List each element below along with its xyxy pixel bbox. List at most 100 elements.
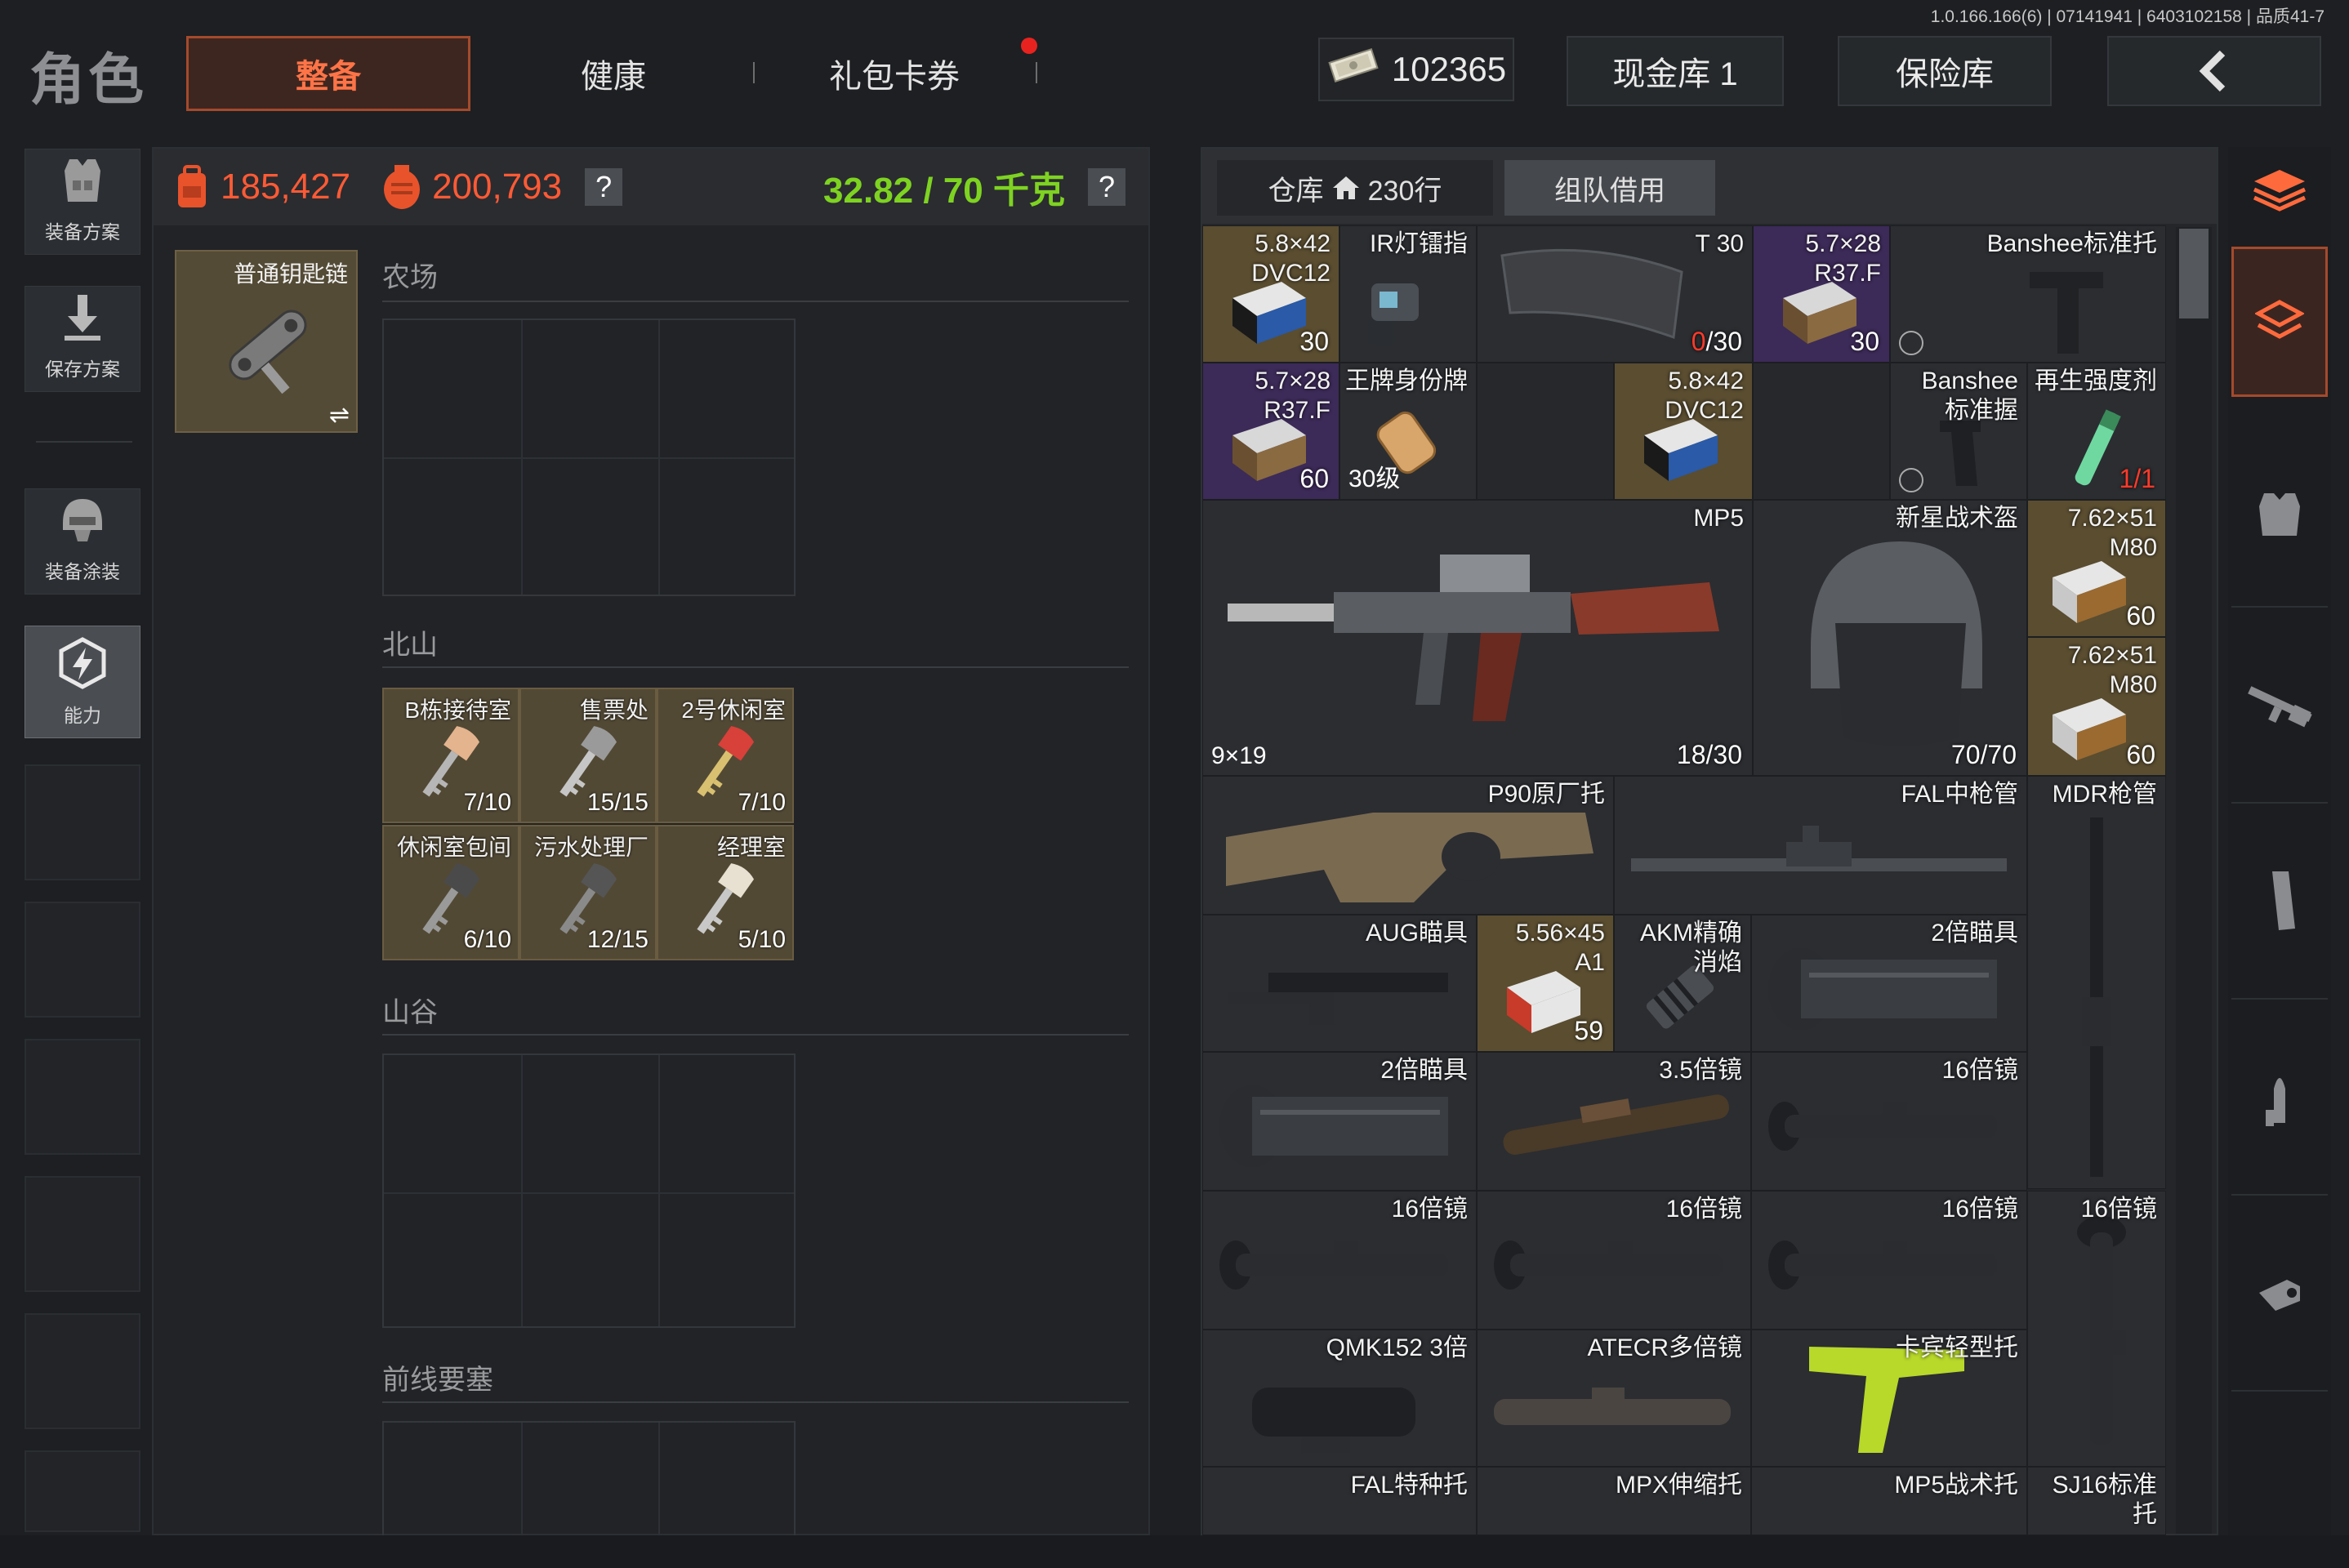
filter-collapse-button[interactable]: [2231, 149, 2328, 230]
home-icon: [1332, 176, 1359, 199]
item-caliber: 9×19: [1211, 742, 1267, 769]
inventory-item[interactable]: 16倍镜: [1751, 1052, 2027, 1191]
cash-vault-button[interactable]: 现金库 1: [1567, 36, 1784, 106]
item-name: 2倍瞄具: [1380, 1057, 1468, 1084]
equipment-plan-button[interactable]: 装备方案: [25, 149, 140, 255]
filter-ammo-button[interactable]: [2231, 1000, 2328, 1196]
inventory-item[interactable]: MDR枪管: [2027, 776, 2166, 1189]
filter-scope-button[interactable]: [2231, 1196, 2328, 1392]
equipment-plan-label: 装备方案: [45, 221, 120, 243]
item-count: 1/1: [2119, 464, 2155, 493]
bottom-bar: [0, 1535, 2349, 1568]
inventory-item[interactable]: 5.7×28 R37.F 30: [1753, 225, 1890, 363]
inventory-item[interactable]: 再生强度剂 1/1: [2027, 363, 2166, 500]
inventory-item[interactable]: 新星战术盔 70/70: [1753, 500, 2027, 776]
inventory-item[interactable]: IR灯镭指: [1339, 225, 1477, 363]
sidebar-divider: [36, 441, 132, 443]
swap-icon[interactable]: ⇌: [329, 401, 350, 430]
inventory-scrollbar[interactable]: [2176, 227, 2212, 1534]
inventory-item[interactable]: 16倍镜: [1751, 1191, 2027, 1330]
inventory-item[interactable]: 7.62×51 M80 60: [2027, 500, 2166, 637]
item-name: 16倍镜: [1665, 1196, 1742, 1223]
weight-help-button[interactable]: ?: [1088, 168, 1125, 206]
inventory-item[interactable]: QMK152 3倍: [1202, 1330, 1477, 1467]
item-count: 30: [1850, 327, 1879, 356]
item-name: Banshee标准托: [1986, 230, 2157, 257]
section-title: 北山: [382, 630, 438, 661]
equipment-skin-button[interactable]: 装备涂装: [25, 488, 140, 595]
key-item[interactable]: 经理室 5/10: [657, 825, 794, 960]
tab-equip[interactable]: 整备: [186, 36, 470, 111]
back-button[interactable]: [2107, 36, 2321, 106]
empty-slot: [25, 1450, 140, 1532]
inventory-item[interactable]: 3.5倍镜: [1477, 1052, 1751, 1191]
tab-health[interactable]: 健康: [470, 36, 756, 111]
barrel-icon: [1631, 826, 2007, 871]
inventory-item[interactable]: 16倍镜: [1477, 1191, 1751, 1330]
tab-gift-vouchers[interactable]: 礼包卡券: [751, 36, 1037, 111]
item-name: 16倍镜: [1941, 1057, 2018, 1084]
inventory-item[interactable]: MP5 9×19 18/30: [1202, 500, 1753, 776]
inventory-item[interactable]: 5.7×28 R37.F 60: [1202, 363, 1339, 500]
inventory-item[interactable]: AKM精确 消焰: [1614, 915, 1751, 1052]
section-divider: [382, 301, 1129, 302]
inventory-item[interactable]: MPX伸缩托: [1477, 1467, 1751, 1535]
inventory-item[interactable]: Banshee 标准握: [1890, 363, 2027, 500]
inventory-item[interactable]: 2倍瞄具: [1202, 1052, 1477, 1191]
inventory-item[interactable]: FAL特种托: [1202, 1467, 1477, 1535]
item-name: AKM精确 消焰: [1639, 920, 1742, 976]
tab-team-borrow[interactable]: 组队借用: [1504, 160, 1715, 216]
filter-all-button[interactable]: [2231, 247, 2328, 397]
key-item[interactable]: 休闲室包间 6/10: [382, 825, 519, 960]
inventory-item[interactable]: AUG瞄具: [1202, 915, 1477, 1052]
item-name: 2倍瞄具: [1931, 920, 2018, 947]
rifle-icon: [2248, 686, 2312, 728]
item-count: 60: [2126, 601, 2155, 630]
key-item[interactable]: B栋接待室 7/10: [382, 688, 519, 823]
inventory-item[interactable]: T 30 0/30: [1477, 225, 1753, 363]
item-name: 5.7×28 R37.F: [1255, 368, 1331, 424]
inventory-item[interactable]: 卡宾轻型托: [1751, 1330, 2027, 1467]
ability-button[interactable]: 能力: [25, 626, 140, 738]
scope-icon: [1768, 1102, 1997, 1151]
inventory-item[interactable]: P90原厂托: [1202, 776, 1614, 915]
inventory-item[interactable]: 7.62×51 M80 60: [2027, 637, 2166, 776]
inventory-item[interactable]: ATECR多倍镜: [1477, 1330, 1751, 1467]
inventory-item[interactable]: 16倍镜: [2027, 1191, 2166, 1467]
inventory-item[interactable]: 16倍镜: [1202, 1191, 1477, 1330]
inventory-item[interactable]: 5.56×45 A1 59: [1477, 915, 1614, 1052]
section-divider: [382, 666, 1129, 668]
item-count: 18/30: [1676, 740, 1742, 769]
inventory-item[interactable]: SJ16标准 托: [2027, 1467, 2166, 1535]
tab-storage[interactable]: 仓库 230行: [1217, 160, 1493, 216]
filter-magazine-button[interactable]: [2231, 804, 2328, 1000]
inventory-item[interactable]: 2倍瞄具: [1751, 915, 2027, 1052]
keychain-slot[interactable]: 普通钥匙链 ⇌: [175, 250, 358, 433]
key-item[interactable]: 2号休闲室 7/10: [657, 688, 794, 823]
inventory-item[interactable]: FAL中枪管: [1614, 776, 2027, 915]
section-title: 农场: [382, 262, 438, 293]
helmet-icon: [1811, 541, 1982, 746]
cash-icon: [1326, 47, 1380, 91]
item-count: 0/30: [1691, 327, 1742, 356]
value-help-button[interactable]: ?: [585, 168, 623, 206]
backpack-icon: [178, 165, 206, 207]
key-item[interactable]: 售票处 15/15: [519, 688, 657, 823]
key-grid-north-hill: B栋接待室 7/10 售票处 15/15 2号休闲室 7/10 休闲室包间 6/…: [382, 688, 796, 962]
save-plan-button[interactable]: 保存方案: [25, 286, 140, 392]
safe-button[interactable]: 保险库: [1838, 36, 2052, 106]
inventory-tabs: 仓库 230行 组队借用: [1202, 149, 2217, 224]
key-item[interactable]: 污水处理厂 12/15: [519, 825, 657, 960]
inventory-item[interactable]: 5.8×42 DVC12: [1614, 363, 1753, 500]
inventory-item[interactable]: 5.8×42 DVC12 30: [1202, 225, 1339, 363]
filter-weapon-button[interactable]: [2231, 608, 2328, 804]
inventory-item[interactable]: 王牌身份牌 30级: [1339, 363, 1477, 500]
section-title: 山谷: [382, 997, 438, 1028]
key-uses: 7/10: [738, 789, 786, 816]
inventory-item[interactable]: MP5战术托: [1751, 1467, 2027, 1535]
scroll-thumb[interactable]: [2179, 229, 2209, 318]
item-name: 5.56×45 A1: [1515, 920, 1605, 976]
filter-armor-button[interactable]: [2231, 421, 2328, 608]
inventory-item[interactable]: Banshee标准托: [1890, 225, 2166, 363]
magazine-icon: [1500, 248, 1683, 340]
